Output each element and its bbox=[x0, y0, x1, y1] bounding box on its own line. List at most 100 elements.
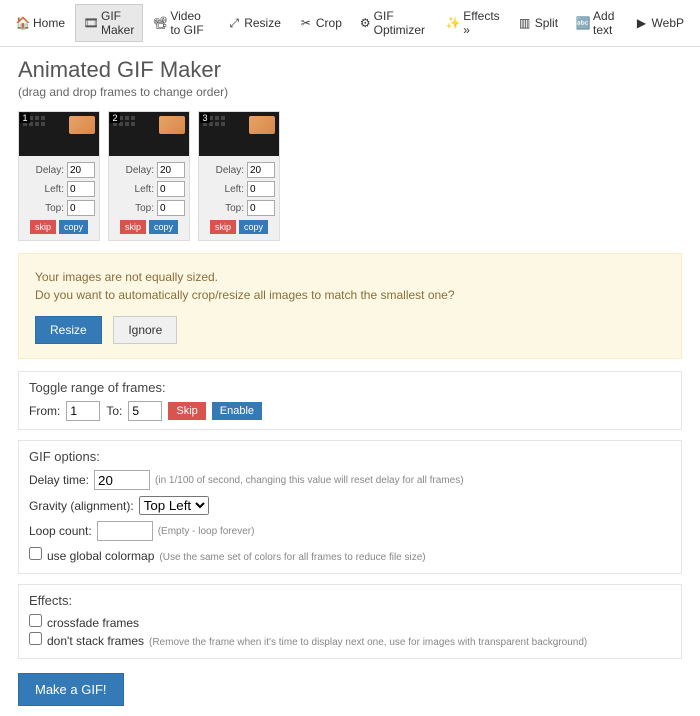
webp-icon: ▶ bbox=[635, 16, 649, 30]
nostack-checkbox[interactable] bbox=[29, 632, 42, 645]
nav-label: Home bbox=[33, 16, 65, 30]
crossfade-checkbox[interactable] bbox=[29, 614, 42, 627]
effects-title: Effects: bbox=[29, 593, 671, 608]
left-input[interactable] bbox=[247, 181, 275, 197]
text-icon: 🔤 bbox=[576, 16, 590, 30]
make-gif-button[interactable]: Make a GIF! bbox=[18, 673, 124, 706]
frame-item[interactable]: 3 Delay: Left: Top: skipcopy bbox=[198, 111, 280, 241]
nav-label: Crop bbox=[316, 16, 342, 30]
copy-button[interactable]: copy bbox=[59, 220, 88, 234]
video-icon: 📽 bbox=[153, 16, 167, 30]
crossfade-label: crossfade frames bbox=[47, 616, 139, 630]
frame-thumbnail[interactable] bbox=[109, 112, 189, 156]
range-skip-button[interactable]: Skip bbox=[168, 402, 205, 420]
frame-thumbnail[interactable] bbox=[19, 112, 99, 156]
resize-icon: ⤢ bbox=[227, 16, 241, 30]
gif-maker-icon: 🎞 bbox=[84, 16, 98, 30]
delay-time-input[interactable] bbox=[94, 470, 150, 490]
nav-optimizer[interactable]: ⚙GIF Optimizer bbox=[352, 4, 436, 42]
page-subtitle: (drag and drop frames to change order) bbox=[18, 85, 682, 99]
nav-label: Split bbox=[535, 16, 558, 30]
top-nav: 🏠Home 🎞GIF Maker 📽Video to GIF ⤢Resize ✂… bbox=[0, 0, 700, 47]
top-label: Top: bbox=[113, 203, 154, 214]
effects-icon: ✨ bbox=[446, 16, 460, 30]
skip-button[interactable]: skip bbox=[210, 220, 236, 234]
delay-label: Delay: bbox=[23, 165, 64, 176]
nav-webp[interactable]: ▶WebP bbox=[627, 4, 692, 42]
nav-resize[interactable]: ⤢Resize bbox=[219, 4, 289, 42]
delay-input[interactable] bbox=[67, 162, 95, 178]
split-icon: ▥ bbox=[518, 16, 532, 30]
colormap-checkbox[interactable] bbox=[29, 547, 42, 560]
page-title: Animated GIF Maker bbox=[18, 57, 682, 83]
nav-label: GIF Optimizer bbox=[374, 9, 429, 37]
delay-input[interactable] bbox=[247, 162, 275, 178]
to-label: To: bbox=[106, 404, 122, 418]
effects-panel: Effects: crossfade frames don't stack fr… bbox=[18, 584, 682, 659]
top-input[interactable] bbox=[157, 200, 185, 216]
nav-home[interactable]: 🏠Home bbox=[8, 4, 73, 42]
options-title: GIF options: bbox=[29, 449, 671, 464]
content: Animated GIF Maker (drag and drop frames… bbox=[0, 47, 700, 716]
gravity-select[interactable]: Top Left bbox=[139, 496, 209, 515]
left-label: Left: bbox=[203, 184, 244, 195]
top-label: Top: bbox=[203, 203, 244, 214]
gravity-label: Gravity (alignment): bbox=[29, 499, 134, 513]
ignore-button[interactable]: Ignore bbox=[113, 316, 177, 344]
left-input[interactable] bbox=[67, 181, 95, 197]
toggle-title: Toggle range of frames: bbox=[29, 380, 671, 395]
nav-label: Resize bbox=[244, 16, 281, 30]
delay-input[interactable] bbox=[157, 162, 185, 178]
nav-label: WebP bbox=[652, 16, 684, 30]
left-label: Left: bbox=[23, 184, 64, 195]
frame-number: 2 bbox=[110, 113, 120, 123]
nav-label: GIF Maker bbox=[101, 9, 134, 37]
colormap-label: use global colormap bbox=[47, 549, 154, 563]
nav-crop[interactable]: ✂Crop bbox=[291, 4, 350, 42]
frame-item[interactable]: 2 Delay: Left: Top: skipcopy bbox=[108, 111, 190, 241]
nostack-label: don't stack frames bbox=[47, 634, 144, 648]
size-warning: Your images are not equally sized.Do you… bbox=[18, 253, 682, 359]
frame-number: 3 bbox=[200, 113, 210, 123]
copy-button[interactable]: copy bbox=[239, 220, 268, 234]
delay-hint: (in 1/100 of second, changing this value… bbox=[155, 475, 464, 486]
delay-label: Delay: bbox=[113, 165, 154, 176]
top-label: Top: bbox=[23, 203, 64, 214]
nav-split[interactable]: ▥Split bbox=[510, 4, 566, 42]
top-input[interactable] bbox=[67, 200, 95, 216]
nav-label: Video to GIF bbox=[170, 9, 209, 37]
crop-icon: ✂ bbox=[299, 16, 313, 30]
options-panel: GIF options: Delay time: (in 1/100 of se… bbox=[18, 440, 682, 574]
from-label: From: bbox=[29, 404, 60, 418]
nav-video-to-gif[interactable]: 📽Video to GIF bbox=[145, 4, 217, 42]
delay-label: Delay: bbox=[203, 165, 244, 176]
frame-number: 1 bbox=[20, 113, 30, 123]
top-input[interactable] bbox=[247, 200, 275, 216]
warning-text-2: Do you want to automatically crop/resize… bbox=[35, 288, 455, 302]
frames-list: 1 Delay: Left: Top: skipcopy 2 Delay: Le… bbox=[18, 111, 682, 241]
left-label: Left: bbox=[113, 184, 154, 195]
nav-add-text[interactable]: 🔤Add text bbox=[568, 4, 625, 42]
nostack-hint: (Remove the frame when it's time to disp… bbox=[149, 637, 587, 648]
resize-button[interactable]: Resize bbox=[35, 316, 102, 344]
home-icon: 🏠 bbox=[16, 16, 30, 30]
loop-hint: (Empty - loop forever) bbox=[158, 526, 255, 537]
frame-thumbnail[interactable] bbox=[199, 112, 279, 156]
nav-label: Add text bbox=[593, 9, 617, 37]
to-input[interactable] bbox=[128, 401, 162, 421]
optimizer-icon: ⚙ bbox=[360, 16, 371, 30]
skip-button[interactable]: skip bbox=[30, 220, 56, 234]
nav-label: Effects » bbox=[463, 9, 499, 37]
delay-time-label: Delay time: bbox=[29, 473, 89, 487]
toggle-panel: Toggle range of frames: From: To: Skip E… bbox=[18, 371, 682, 430]
nav-gif-maker[interactable]: 🎞GIF Maker bbox=[75, 4, 143, 42]
range-enable-button[interactable]: Enable bbox=[212, 402, 262, 420]
loop-input[interactable] bbox=[97, 521, 153, 541]
loop-label: Loop count: bbox=[29, 524, 92, 538]
from-input[interactable] bbox=[66, 401, 100, 421]
nav-effects[interactable]: ✨Effects » bbox=[438, 4, 507, 42]
frame-item[interactable]: 1 Delay: Left: Top: skipcopy bbox=[18, 111, 100, 241]
skip-button[interactable]: skip bbox=[120, 220, 146, 234]
left-input[interactable] bbox=[157, 181, 185, 197]
copy-button[interactable]: copy bbox=[149, 220, 178, 234]
